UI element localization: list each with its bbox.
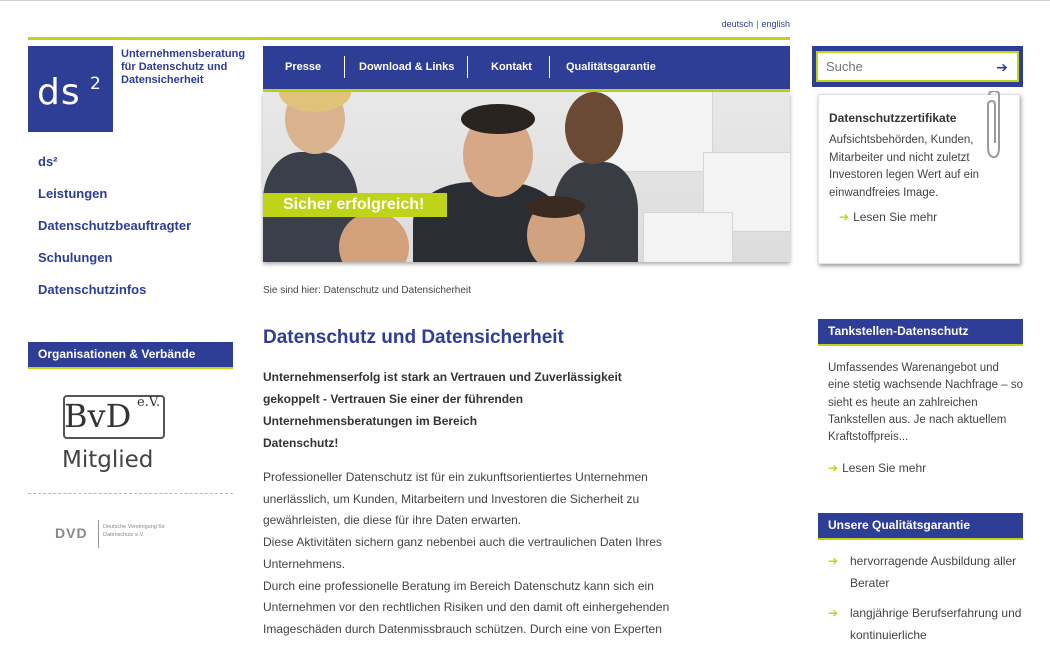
- arrow-right-icon: ➔: [828, 554, 839, 568]
- intro-line: Unternehmensberatungen im Bereich: [263, 414, 478, 428]
- mainnav-item-kontakt[interactable]: Kontakt: [491, 46, 532, 89]
- hero-person-hair: [461, 104, 535, 134]
- arrow-right-icon: ➔: [839, 210, 850, 224]
- body-line: unerlässlich, um Kunden, Mitarbeitern un…: [263, 491, 640, 506]
- mainnav-divider: [549, 56, 550, 78]
- dvd-logo-fullname: Deutsche Vereinigung für Datenschutz e.V…: [103, 524, 165, 538]
- mainnav-item-presse[interactable]: Presse: [285, 46, 321, 89]
- intro-line: Datenschutz!: [263, 436, 339, 450]
- intro-line: Unternehmenserfolg ist stark an Vertraue…: [263, 370, 622, 384]
- bvd-member-logo[interactable]: BvD e.V. Mitglied: [60, 393, 180, 488]
- logo-superscript: 2: [90, 74, 101, 94]
- lang-deutsch-link[interactable]: deutsch: [722, 19, 754, 29]
- quality-item-text: hervorragende Ausbildung aller Berater: [850, 554, 1017, 590]
- tankstellen-read-more-link[interactable]: ➔ Lesen Sie mehr: [828, 461, 926, 475]
- quality-heading: Unsere Qualitätsgarantie: [818, 513, 1023, 538]
- hero-person-hair: [525, 196, 585, 218]
- intro-line: gekoppelt - Vertrauen Sie einer der führ…: [263, 392, 524, 406]
- dvd-logo-bar: [98, 520, 99, 548]
- quality-heading-line: [818, 538, 1023, 540]
- dvd-logo-name: DVD: [55, 525, 88, 541]
- list-item: ➔ langjährige Berufserfahrung und kontinu…: [828, 602, 1023, 645]
- body-line: gewährleisten, die diese für ihre Daten …: [263, 513, 522, 528]
- top-border: [0, 0, 1050, 1]
- body-line: Durch eine professionelle Beratung im Be…: [263, 578, 654, 593]
- quality-item-text: langjährige Berufserfahrung und kontinui…: [850, 606, 1022, 642]
- organisations-heading-line: [28, 367, 233, 369]
- bvd-logo-subline: Mitglied: [62, 447, 154, 473]
- leftnav-item-ds2[interactable]: ds²: [38, 154, 238, 186]
- language-switcher: deutsch | english: [700, 19, 790, 29]
- search-input[interactable]: [818, 53, 988, 80]
- bvd-logo-suffix: e.V.: [137, 395, 161, 410]
- tankstellen-text: Umfassendes Warenangebot und eine stetig…: [828, 362, 1023, 444]
- body-line: Professioneller Datenschutz ist für ein …: [263, 470, 648, 484]
- search-box: ➔: [816, 51, 1019, 82]
- body-line: Imageschäden durch Datenmissbrauch schüt…: [263, 621, 662, 636]
- mainnav-divider: [467, 56, 468, 78]
- paperclip-icon: [987, 91, 1000, 159]
- mainnav-item-download-links[interactable]: Download & Links: [359, 46, 454, 89]
- page-title: Datenschutz und Datensicherheit: [263, 327, 564, 348]
- mainnav-item-qualitaetsgarantie[interactable]: Qualitätsgarantie: [566, 46, 656, 89]
- hero-person-face: [565, 92, 623, 164]
- dvd-logo[interactable]: DVD Deutsche Vereinigung für Datenschutz…: [55, 517, 205, 551]
- tankstellen-heading: Tankstellen-Datenschutz: [818, 319, 1023, 344]
- certificates-read-more-link[interactable]: ➔ Lesen Sie mehr: [839, 210, 937, 224]
- arrow-right-icon: ➔: [828, 461, 839, 475]
- certificates-text: Aufsichtsbehörden, Kunden, Mitarbeiter u…: [829, 134, 980, 199]
- body-line: Diese Aktivitäten sichern ganz nebenbei …: [263, 535, 662, 550]
- leftnav-item-schulungen[interactable]: Schulungen: [38, 250, 238, 282]
- intro-text: Unternehmenserfolg ist stark an Vertraue…: [263, 366, 693, 454]
- main-navigation: Presse Download & Links Kontakt Qualität…: [263, 46, 790, 92]
- leftnav-item-datenschutzinfos[interactable]: Datenschutzinfos: [38, 282, 238, 314]
- search-submit-arrow-icon[interactable]: ➔: [993, 58, 1011, 76]
- leftnav-item-leistungen[interactable]: Leistungen: [38, 186, 238, 218]
- arrow-right-icon: ➔: [828, 606, 839, 620]
- organisations-divider: [28, 493, 233, 494]
- body-text: Professioneller Datenschutz ist für ein …: [263, 467, 713, 641]
- lang-english-link[interactable]: english: [761, 19, 790, 29]
- hero-slogan: Sicher erfolgreich!: [263, 193, 447, 217]
- certificates-title: Datenschutzzertifikate: [829, 111, 957, 125]
- list-item: ➔ hervorragende Ausbildung aller Berater: [828, 550, 1023, 594]
- organisations-heading: Organisationen & Verbände: [28, 342, 233, 367]
- site-tagline: Unternehmensberatung für Datenschutz und…: [121, 48, 246, 86]
- logo[interactable]: ds 2: [28, 46, 113, 132]
- body-line: Unternehmen vor den rechtlichen Risiken …: [263, 600, 670, 615]
- hero-floor-tile: [643, 212, 733, 262]
- bvd-logo-name: BvD: [64, 397, 132, 435]
- mainnav-divider: [344, 56, 345, 78]
- hero-banner-image: Sicher erfolgreich!: [263, 92, 790, 262]
- tankstellen-heading-line: [818, 344, 1023, 346]
- left-navigation: ds² Leistungen Datenschutzbeauftragter S…: [38, 154, 238, 314]
- leftnav-item-datenschutzbeauftragter[interactable]: Datenschutzbeauftragter: [38, 218, 238, 250]
- quality-list: ➔ hervorragende Ausbildung aller Berater …: [828, 550, 1023, 645]
- read-more-label: Lesen Sie mehr: [853, 210, 938, 224]
- logo-text: ds: [37, 72, 81, 113]
- breadcrumb: Sie sind hier: Datenschutz und Datensich…: [263, 285, 471, 296]
- read-more-label: Lesen Sie mehr: [842, 461, 927, 475]
- body-line: Unternehmens.: [263, 556, 346, 571]
- header-accent-line: [28, 37, 790, 40]
